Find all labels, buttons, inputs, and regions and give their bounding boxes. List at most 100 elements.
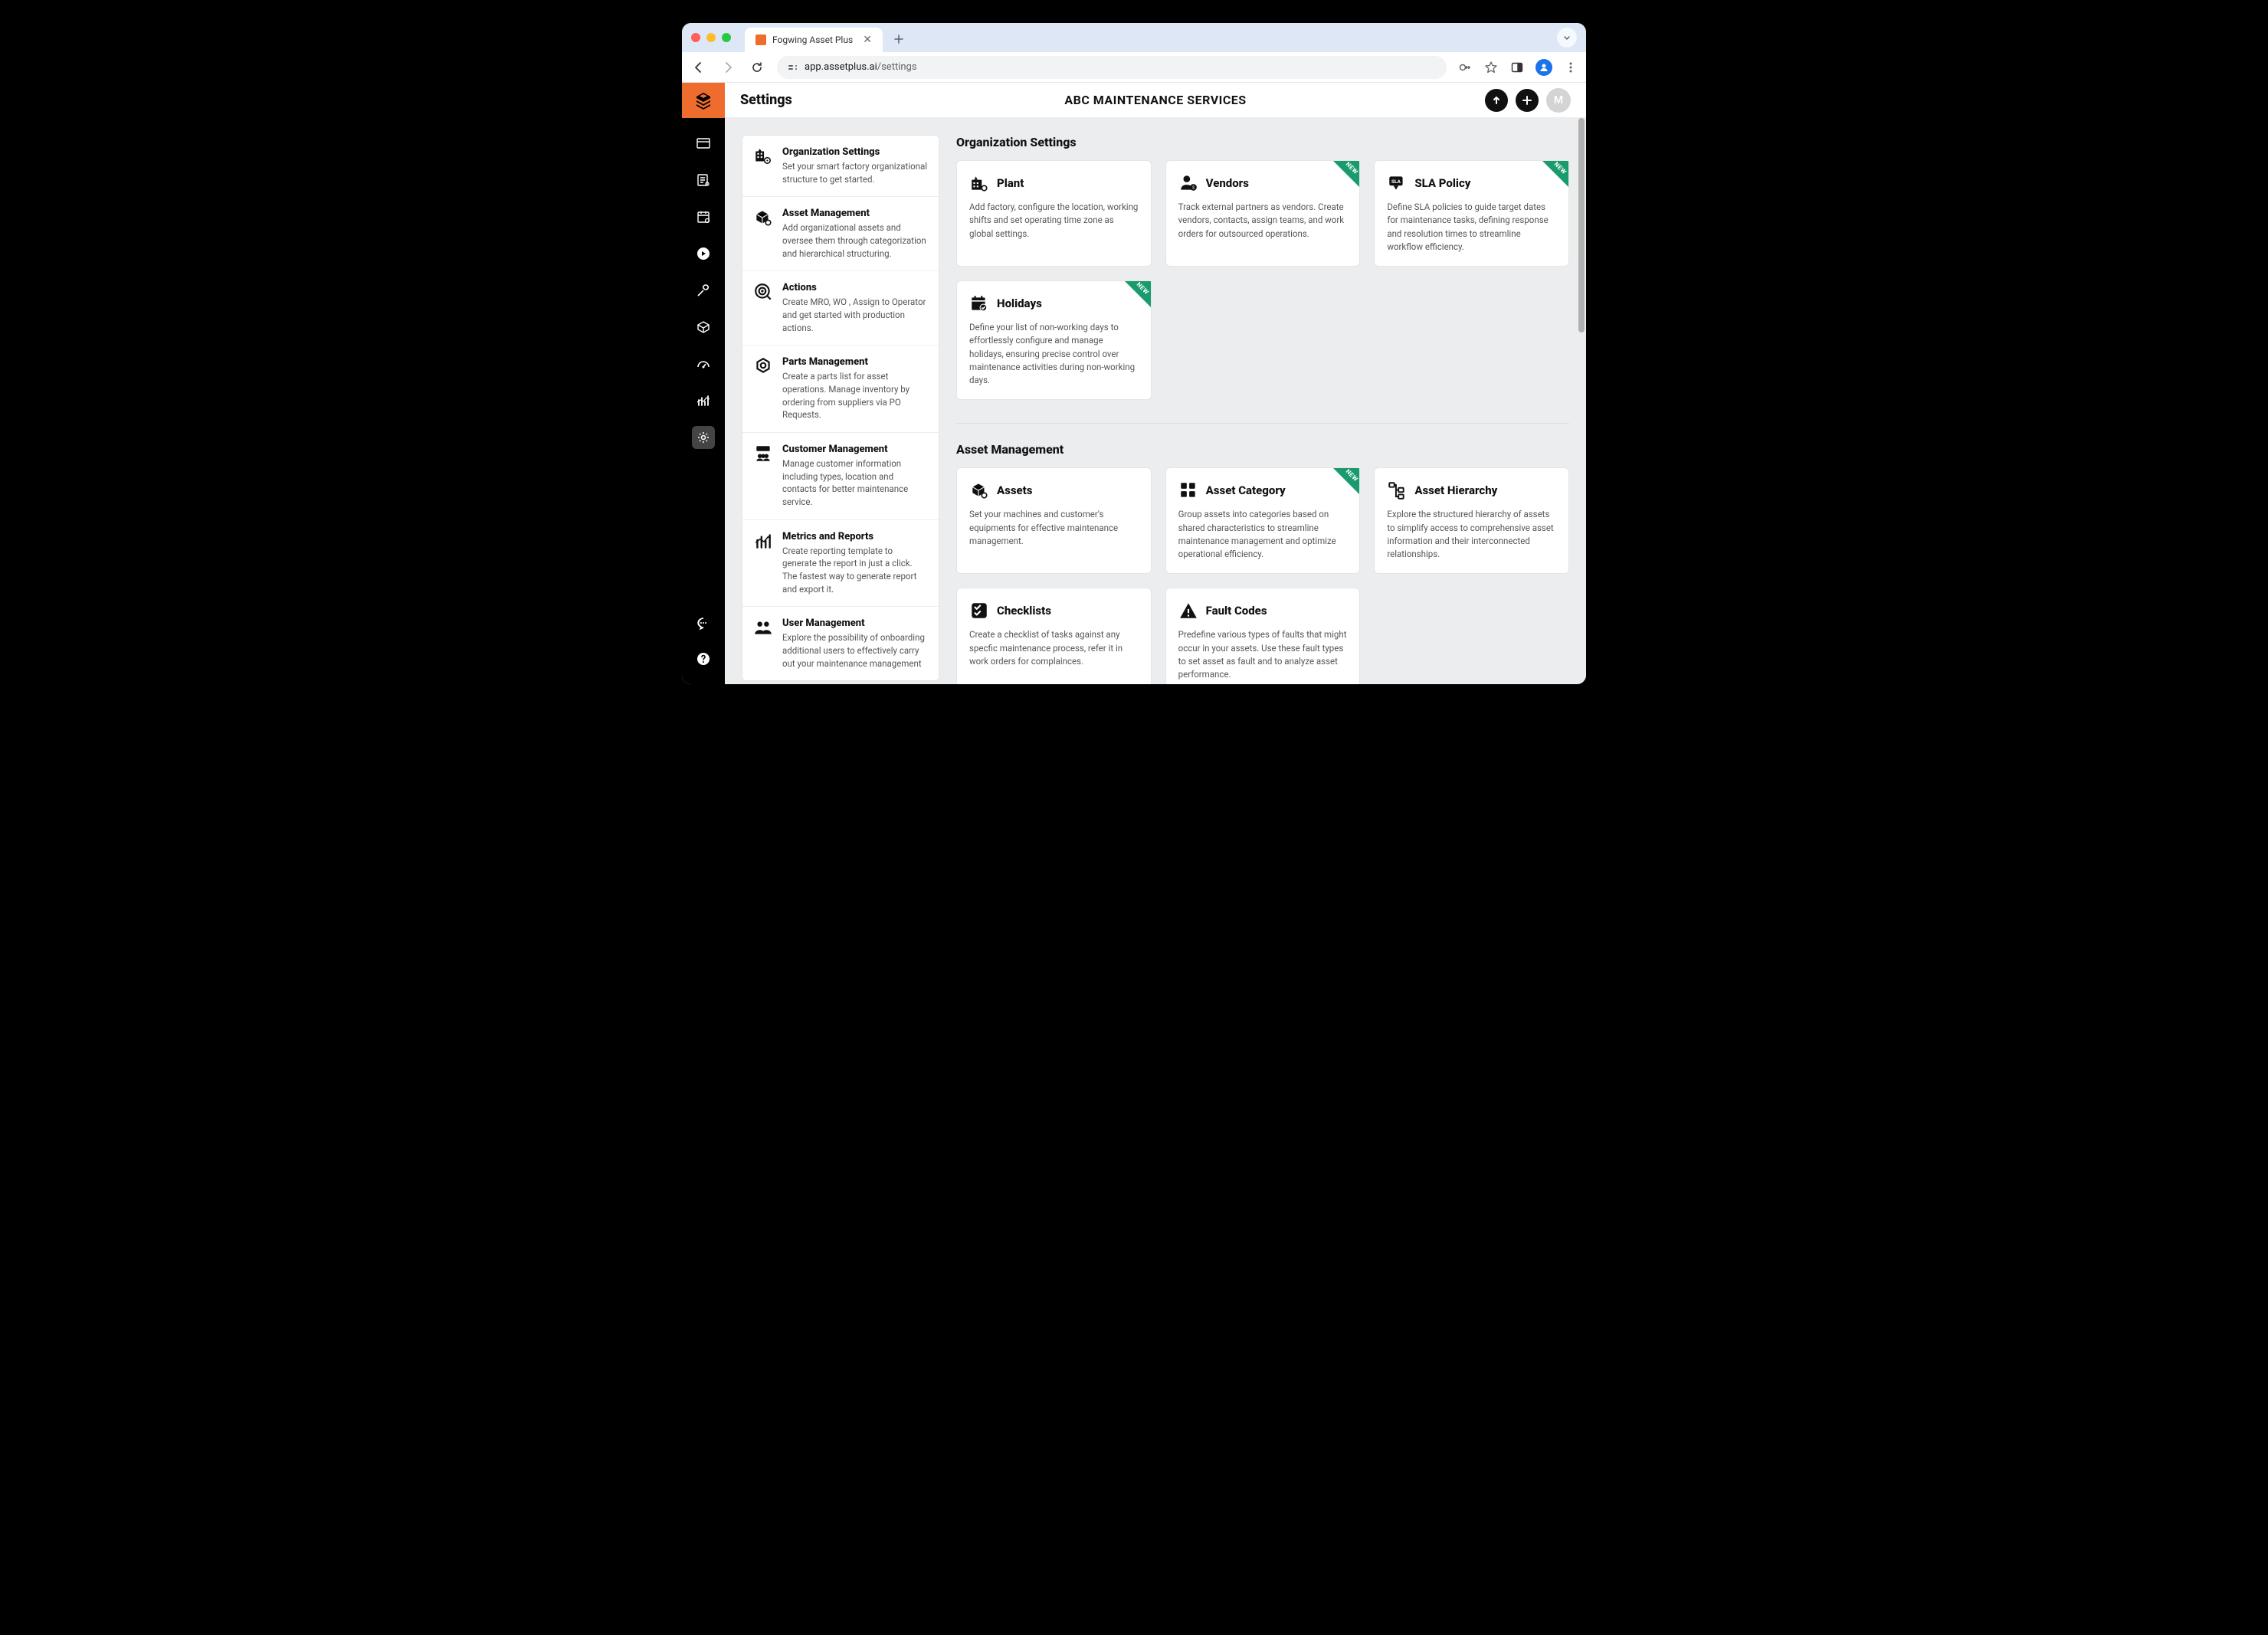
card-title: Plant (997, 176, 1024, 190)
browser-tab-active[interactable]: Fogwing Asset Plus ✕ (745, 28, 883, 52)
close-window-button[interactable] (691, 33, 700, 42)
card-desc: Set your machines and customer's equipme… (969, 508, 1139, 548)
card-title: Checklists (997, 604, 1051, 618)
card-plant[interactable]: Plant Add factory, configure the locatio… (956, 160, 1152, 267)
card-asset-hierarchy[interactable]: Asset Hierarchy Explore the structured h… (1374, 467, 1569, 574)
new-badge (1333, 161, 1359, 187)
rail-item-schedule[interactable] (692, 205, 715, 228)
nav-item-desc: Create MRO, WO , Assign to Operator and … (782, 296, 928, 334)
page-title: Settings (740, 92, 792, 108)
forward-button[interactable] (719, 58, 737, 77)
company-name: ABC MAINTENANCE SERVICES (1064, 93, 1246, 107)
new-badge (1125, 281, 1151, 307)
rail-item-gauge[interactable] (692, 352, 715, 375)
new-tab-button[interactable] (889, 29, 909, 49)
card-asset-category[interactable]: Asset Category Group assets into categor… (1165, 467, 1361, 574)
nav-user-management[interactable]: User ManagementExplore the possibility o… (742, 607, 939, 680)
card-desc: Define SLA policies to guide target date… (1387, 201, 1556, 254)
rail-item-chat[interactable] (692, 612, 715, 635)
upload-button[interactable] (1485, 89, 1508, 112)
minimize-window-button[interactable] (706, 33, 716, 42)
site-info-icon[interactable] (788, 62, 798, 73)
card-title: Asset Hierarchy (1414, 483, 1497, 497)
back-button[interactable] (690, 58, 708, 77)
nav-item-desc: Manage customer information including ty… (782, 457, 928, 509)
nav-item-desc: Add organizational assets and oversee th… (782, 221, 928, 260)
nav-metrics-reports[interactable]: Metrics and ReportsCreate reporting temp… (742, 520, 939, 608)
card-checklists[interactable]: Checklists Create a checklist of tasks a… (956, 588, 1152, 684)
side-panel-icon[interactable] (1509, 60, 1525, 75)
nav-actions[interactable]: Actions Create MRO, WO , Assign to Operat… (742, 271, 939, 346)
settings-nav-list: Organization Settings Set your smart fact… (742, 135, 939, 681)
user-avatar[interactable]: M (1546, 88, 1571, 113)
card-title: Assets (997, 483, 1033, 497)
card-desc: Add factory, configure the location, wor… (969, 201, 1139, 241)
factory-icon (969, 173, 989, 193)
nav-item-desc: Create reporting template to generate th… (782, 545, 928, 596)
svg-text:$: $ (1192, 185, 1195, 191)
add-button[interactable] (1516, 89, 1539, 112)
calendar-check-icon (969, 293, 989, 313)
new-badge (1333, 468, 1359, 494)
rail-item-play[interactable] (692, 242, 715, 265)
card-desc: Create a checklist of tasks against any … (969, 628, 1139, 668)
nav-item-desc: Set your smart factory organizational st… (782, 160, 928, 185)
tabs-dropdown-button[interactable] (1557, 28, 1577, 48)
card-holidays[interactable]: Holidays Define your list of non-working… (956, 280, 1152, 400)
card-title: Fault Codes (1206, 604, 1267, 618)
rail-item-dashboard[interactable] (692, 132, 715, 155)
card-fault-codes[interactable]: Fault Codes Predefine various types of f… (1165, 588, 1361, 684)
rail-item-workorders[interactable] (692, 169, 715, 192)
app-logo[interactable] (682, 83, 725, 118)
address-bar[interactable]: app.assetplus.ai/settings (777, 56, 1447, 79)
nav-item-title: Asset Management (782, 208, 928, 219)
nav-organization-settings[interactable]: Organization Settings Set your smart fact… (742, 136, 939, 197)
nav-item-desc: Create a parts list for asset operations… (782, 370, 928, 421)
users-icon (753, 618, 773, 637)
new-badge (1542, 161, 1568, 187)
rail-item-help[interactable] (692, 647, 715, 670)
building-gear-icon (753, 146, 773, 166)
nav-asset-management[interactable]: Asset Management Add organizational asset… (742, 197, 939, 271)
card-desc: Explore the structured hierarchy of asse… (1387, 508, 1556, 561)
card-desc: Track external partners as vendors. Crea… (1178, 201, 1348, 241)
scrollbar-thumb[interactable] (1578, 118, 1585, 333)
favicon-icon (755, 34, 766, 45)
section-title-organization: Organization Settings (956, 135, 1569, 149)
nav-item-title: Organization Settings (782, 146, 928, 158)
card-desc: Predefine various types of faults that m… (1178, 628, 1348, 681)
card-sla-policy[interactable]: SLA SLA Policy Define SLA policies to gu… (1374, 160, 1569, 267)
main-content: Organization Settings Plant Add factory,… (939, 118, 1586, 684)
scrollbar[interactable] (1578, 118, 1585, 684)
rail-item-tools[interactable] (692, 279, 715, 302)
nav-parts-management[interactable]: Parts ManagementCreate a parts list for … (742, 346, 939, 433)
card-desc: Group assets into categories based on sh… (1178, 508, 1348, 561)
nav-customer-management[interactable]: Customer ManagementManage customer infor… (742, 433, 939, 520)
bookmark-star-icon[interactable] (1483, 60, 1499, 75)
svg-text:SLA: SLA (1391, 179, 1401, 185)
customers-icon (753, 444, 773, 464)
tab-close-button[interactable]: ✕ (863, 34, 872, 46)
browser-chrome: Fogwing Asset Plus ✕ (682, 23, 1586, 83)
password-key-icon[interactable] (1457, 60, 1473, 75)
card-vendors[interactable]: $ Vendors Track external partners as ven… (1165, 160, 1361, 267)
rail-item-analytics[interactable] (692, 389, 715, 412)
section-divider (956, 423, 1569, 424)
more-menu-icon[interactable] (1563, 60, 1578, 75)
maximize-window-button[interactable] (722, 33, 731, 42)
card-title: Asset Category (1206, 483, 1286, 497)
reload-button[interactable] (748, 58, 766, 77)
nav-item-desc: Explore the possibility of onboarding ad… (782, 631, 928, 670)
box-gear-icon (753, 208, 773, 228)
card-title: Holidays (997, 297, 1042, 310)
rail-item-inventory[interactable] (692, 316, 715, 339)
category-icon (1178, 480, 1198, 500)
nut-icon (753, 356, 773, 376)
card-title: SLA Policy (1414, 176, 1470, 190)
target-icon (753, 282, 773, 302)
card-title: Vendors (1206, 176, 1249, 190)
rail-item-settings[interactable] (692, 426, 715, 449)
profile-button[interactable] (1535, 59, 1552, 76)
card-assets[interactable]: Assets Set your machines and customer's … (956, 467, 1152, 574)
nav-item-title: Actions (782, 282, 928, 293)
